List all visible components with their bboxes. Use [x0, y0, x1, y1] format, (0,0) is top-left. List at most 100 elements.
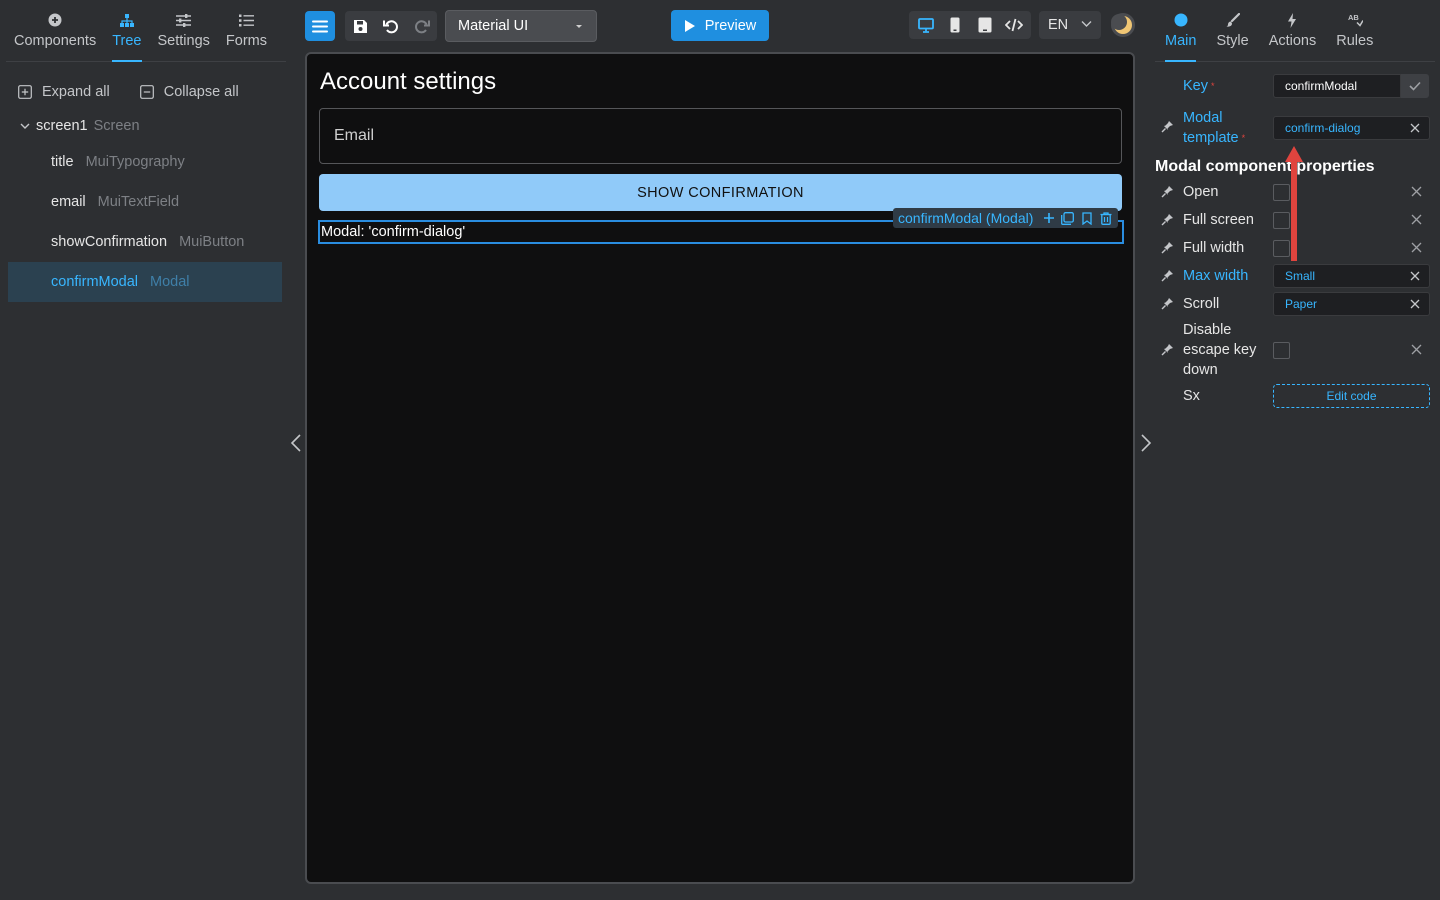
disable-escape-line1: Disable: [1183, 322, 1232, 338]
collapse-right-panel-icon[interactable]: [1139, 433, 1153, 453]
pin-icon[interactable]: [1161, 297, 1174, 310]
expand-collapse-row: Expand all Collapse all: [18, 84, 269, 100]
preview-button[interactable]: Preview: [671, 10, 769, 41]
scroll-label: Scroll: [1183, 296, 1220, 312]
max-width-value: Small: [1285, 269, 1316, 283]
tab-style[interactable]: Style: [1206, 0, 1258, 62]
design-canvas[interactable]: Account settings Email SHOW CONFIRMATION…: [305, 52, 1135, 884]
disable-escape-checkbox[interactable]: [1273, 342, 1290, 359]
tree-node-screen1[interactable]: screen1 Screen: [8, 110, 282, 142]
tab-forms[interactable]: Forms: [218, 0, 275, 62]
delete-icon[interactable]: [1096, 209, 1115, 227]
tablet-view-button[interactable]: [972, 12, 998, 38]
save-button[interactable]: [347, 13, 373, 39]
tree-node-confirm-modal[interactable]: confirmModal Modal: [8, 262, 282, 302]
modal-template-input[interactable]: confirm-dialog: [1273, 116, 1430, 140]
tree-node-type: MuiTypography: [85, 154, 185, 170]
pin-icon[interactable]: [1161, 343, 1174, 356]
clear-icon[interactable]: [1411, 186, 1422, 197]
redo-button[interactable]: [409, 13, 435, 39]
tab-components[interactable]: Components: [6, 0, 104, 62]
tab-settings[interactable]: Settings: [150, 0, 218, 62]
ab-icon: AB: [1347, 12, 1363, 28]
language-value: EN: [1048, 17, 1069, 33]
tree-node-type: Screen: [93, 118, 140, 134]
tab-label: Style: [1216, 33, 1249, 49]
tab-label: Forms: [225, 33, 267, 49]
tab-main[interactable]: Main: [1155, 0, 1206, 62]
pin-icon[interactable]: [1161, 213, 1174, 226]
clear-icon[interactable]: [1410, 123, 1420, 133]
edit-toolbar: [345, 11, 437, 41]
bookmark-icon[interactable]: [1077, 209, 1096, 227]
code-view-button[interactable]: [1001, 12, 1027, 38]
clear-icon[interactable]: [1411, 344, 1422, 355]
language-select[interactable]: EN: [1039, 11, 1101, 39]
circle-icon: [1174, 12, 1188, 28]
tree-node-type: Modal: [150, 274, 190, 290]
chevron-down-icon[interactable]: [20, 123, 30, 130]
duplicate-icon[interactable]: [1058, 209, 1077, 227]
modal-template-label-text: template: [1183, 130, 1239, 146]
page-title[interactable]: Account settings: [320, 68, 496, 96]
tab-tree[interactable]: Tree: [104, 0, 149, 62]
clear-icon[interactable]: [1411, 214, 1422, 225]
disable-escape-line3: down: [1183, 362, 1218, 378]
undo-button[interactable]: [378, 13, 404, 39]
disable-escape-line2: escape key: [1183, 342, 1257, 358]
theme-toggle[interactable]: [1110, 12, 1136, 38]
minus-square-icon: [139, 85, 154, 99]
mobile-icon: [950, 17, 960, 33]
framework-select-value: Material UI: [458, 18, 529, 34]
max-width-select[interactable]: Small: [1273, 264, 1430, 288]
undo-icon: [382, 18, 399, 34]
edit-code-button[interactable]: Edit code: [1273, 384, 1430, 408]
pin-icon[interactable]: [1161, 269, 1174, 282]
scroll-select[interactable]: Paper: [1273, 292, 1430, 316]
disable-escape-label: Disable escape key down: [1183, 320, 1256, 380]
list-icon: [238, 12, 254, 28]
key-label: Key *: [1183, 76, 1215, 96]
right-tabs: Main Style Actions AB Rules: [1155, 0, 1435, 62]
tree-icon: [119, 12, 134, 28]
desktop-view-button[interactable]: [913, 12, 939, 38]
collapse-all-label: Collapse all: [163, 84, 239, 100]
expand-all-label: Expand all: [42, 84, 110, 100]
clear-icon[interactable]: [1410, 299, 1420, 309]
add-icon[interactable]: [1039, 209, 1058, 227]
tree-node-name: email: [51, 194, 86, 210]
collapse-left-panel-icon[interactable]: [289, 433, 303, 453]
framework-select[interactable]: Material UI: [445, 10, 597, 42]
confirm-key-button[interactable]: [1401, 74, 1429, 98]
tab-rules[interactable]: AB Rules: [1326, 0, 1383, 62]
show-confirmation-button[interactable]: SHOW CONFIRMATION: [319, 174, 1122, 211]
pin-icon[interactable]: [1161, 120, 1174, 133]
redo-icon: [414, 18, 430, 34]
pin-icon[interactable]: [1161, 185, 1174, 198]
email-field-label: Email: [334, 127, 375, 144]
save-icon: [353, 19, 368, 34]
collapse-all-button[interactable]: Collapse all: [139, 84, 239, 100]
clear-icon[interactable]: [1410, 271, 1420, 281]
tab-actions[interactable]: Actions: [1259, 0, 1327, 62]
key-input-value: confirmModal: [1285, 79, 1358, 93]
pin-icon[interactable]: [1161, 241, 1174, 254]
email-field[interactable]: Email: [319, 108, 1122, 164]
tree-node-email[interactable]: email MuiTextField: [8, 182, 282, 222]
annotation-arrow-icon: [1283, 142, 1305, 262]
svg-text:AB: AB: [1348, 13, 1359, 22]
modal-template-value: confirm-dialog: [1285, 121, 1361, 135]
tree-node-name: title: [51, 154, 74, 170]
clear-icon[interactable]: [1411, 242, 1422, 253]
device-toolbar: [909, 11, 1031, 39]
moon-icon: [1110, 12, 1136, 38]
check-icon: [1409, 81, 1421, 91]
expand-all-button[interactable]: Expand all: [18, 84, 110, 100]
tree-node-title[interactable]: title MuiTypography: [8, 142, 282, 182]
component-toolbar-label: confirmModal (Modal): [898, 210, 1034, 226]
key-input[interactable]: confirmModal: [1273, 74, 1401, 98]
sx-label: Sx: [1183, 388, 1200, 404]
menu-button[interactable]: [305, 11, 335, 41]
mobile-view-button[interactable]: [942, 12, 968, 38]
tree-node-show-confirmation[interactable]: showConfirmation MuiButton: [8, 222, 282, 262]
